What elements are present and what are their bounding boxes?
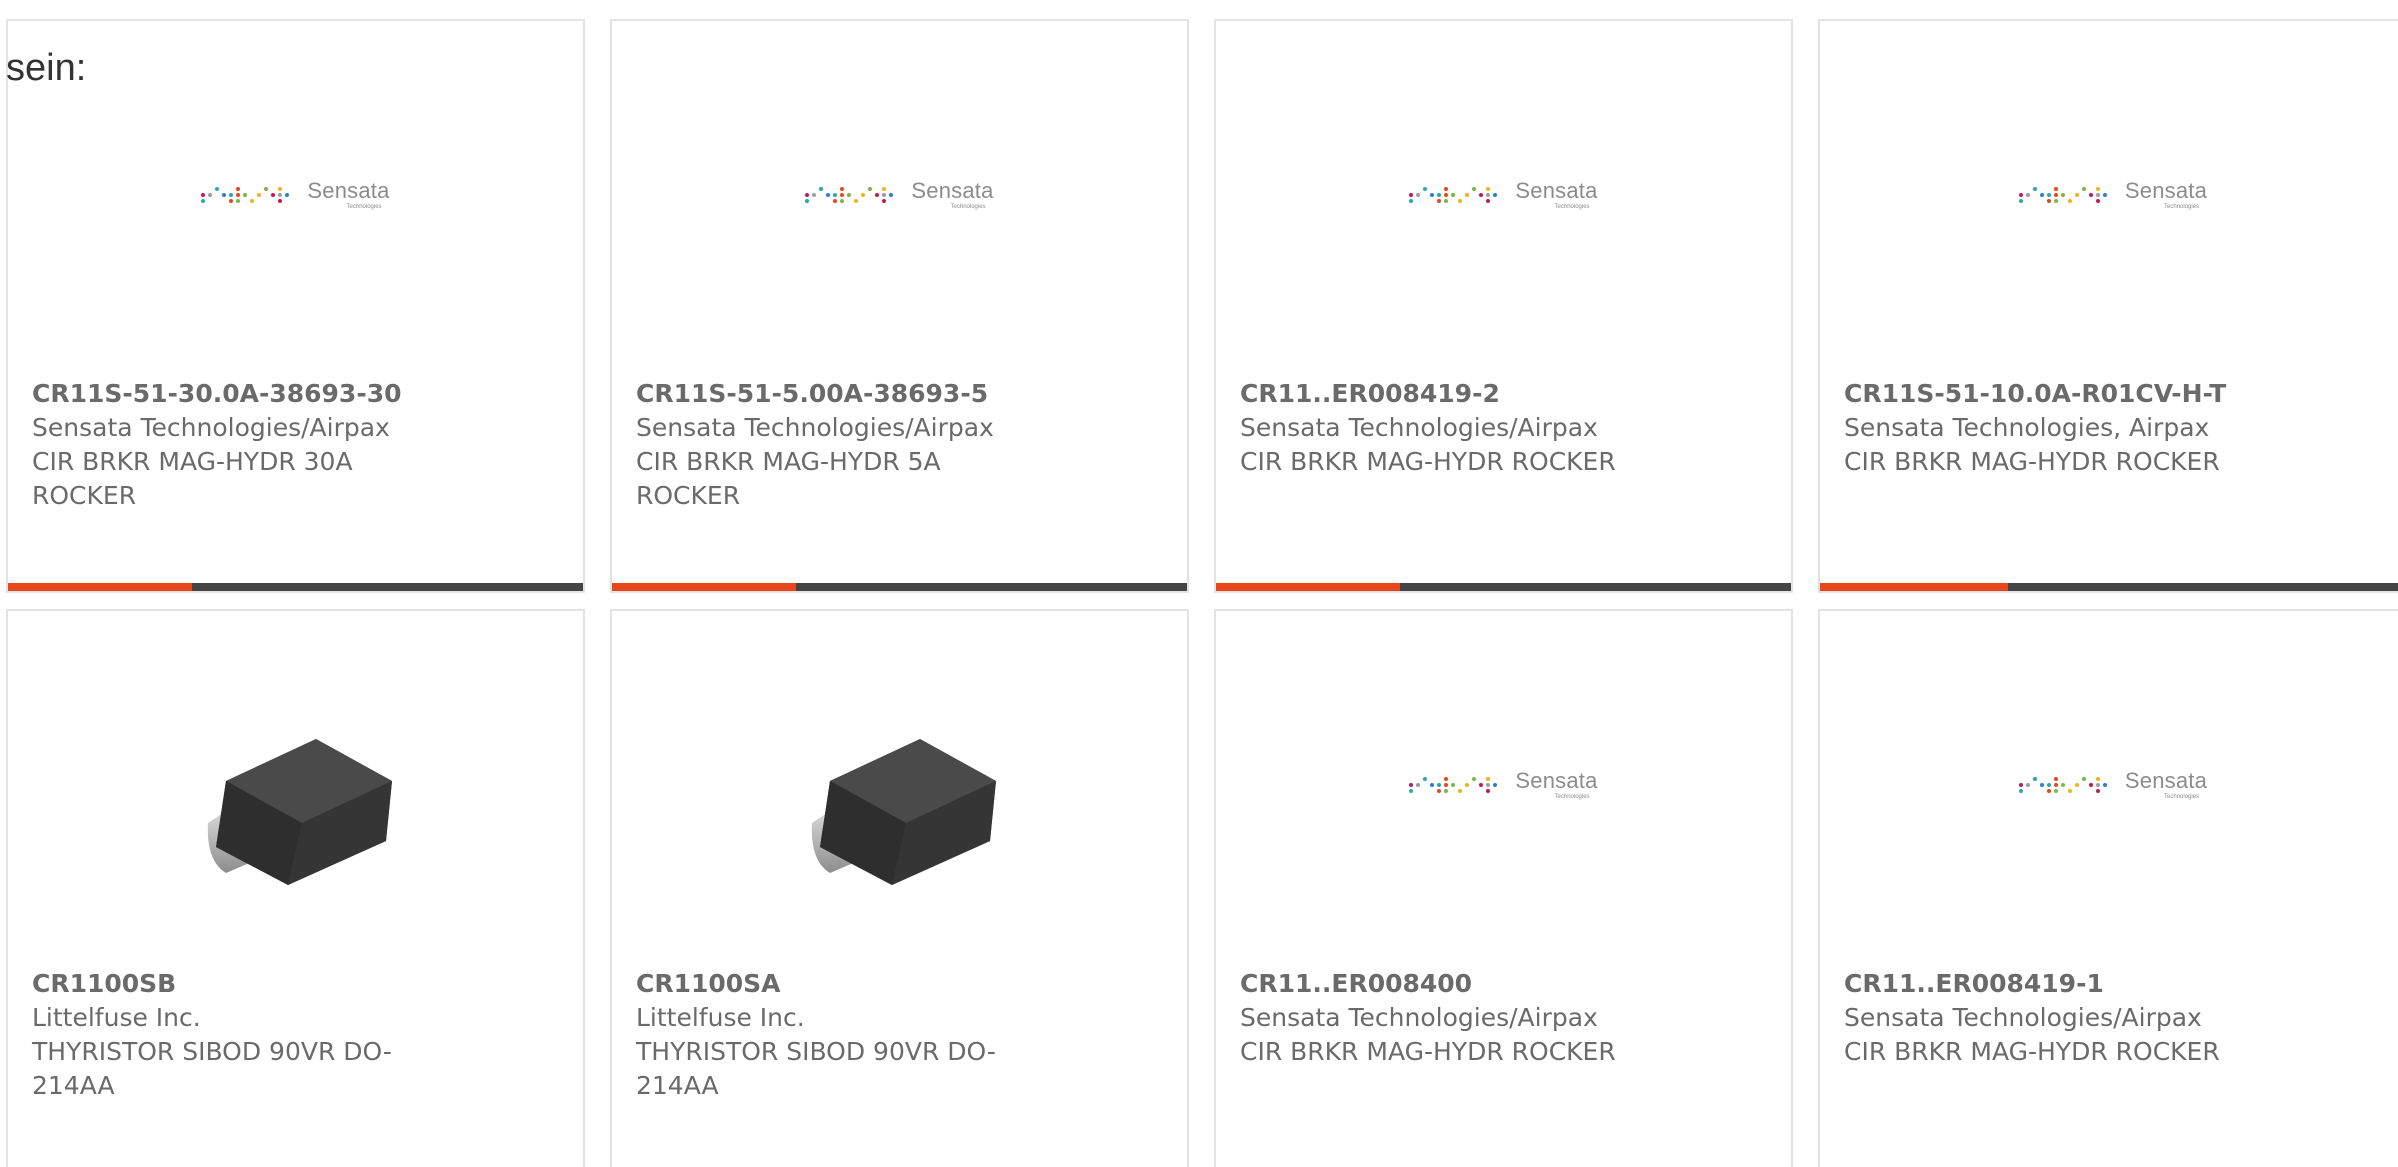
product-image: Sensata Technologies — [1820, 121, 2398, 317]
logo-dots-icon — [2018, 186, 2115, 204]
manufacturer-name: Sensata Technologies, Airpax — [1844, 413, 2210, 442]
product-description: THYRISTOR SIBOD 90VR DO-214AA — [636, 1037, 996, 1100]
product-info: CR1100SA Littelfuse Inc. THYRISTOR SIBOD… — [636, 967, 1036, 1103]
product-card[interactable]: Sensata Technologies CR11..ER008400 Sensa… — [1214, 609, 1793, 1167]
manufacturer-name: Sensata Technologies/Airpax — [636, 413, 994, 442]
product-card[interactable]: Sensata Technologies CR11S-51-5.00A-38693… — [610, 19, 1189, 593]
product-image — [8, 711, 583, 907]
product-card[interactable]: Sensata Technologies CR11..ER008419-2 Sen… — [1214, 19, 1793, 593]
product-card[interactable]: CR1100SA Littelfuse Inc. THYRISTOR SIBOD… — [610, 609, 1189, 1167]
product-info: CR11S-51-10.0A-R01CV-H-T Sensata Technol… — [1844, 377, 2244, 479]
logo-dots-icon — [1409, 186, 1505, 204]
sensata-logo: Sensata Technologies — [1409, 770, 1597, 800]
part-number-link[interactable]: CR11S-51-5.00A-38693-5 — [636, 377, 1036, 411]
manufacturer-name: Sensata Technologies/Airpax — [32, 413, 390, 442]
progress-fill — [8, 583, 192, 591]
section-heading: sein: — [6, 47, 87, 89]
progress-bar — [1216, 583, 1791, 591]
logo-dots-icon — [1409, 776, 1505, 794]
product-info: CR11..ER008419-1 Sensata Technologies/Ai… — [1844, 967, 2244, 1069]
product-description: CIR BRKR MAG-HYDR 5A ROCKER — [636, 447, 941, 510]
product-image: Sensata Technologies — [8, 121, 583, 317]
manufacturer-name: Littelfuse Inc. — [32, 1003, 201, 1032]
product-description: CIR BRKR MAG-HYDR ROCKER — [1844, 447, 2220, 476]
logo-dots-icon — [2018, 776, 2115, 794]
manufacturer-name: Sensata Technologies/Airpax — [1240, 413, 1598, 442]
progress-bar — [1820, 583, 2398, 591]
sensata-logo: Sensata Technologies — [2018, 770, 2207, 800]
product-results-page: sein: Sensata Technologies CR11S-51-30.0A… — [0, 0, 2398, 1167]
part-number-link[interactable]: CR1100SA — [636, 967, 1036, 1001]
product-image: Sensata Technologies — [1216, 711, 1791, 907]
sensata-logo: Sensata Technologies — [1409, 180, 1597, 210]
do214aa-package-icon — [811, 739, 996, 885]
sensata-logo: Sensata Technologies — [201, 180, 389, 210]
progress-fill — [1820, 583, 2008, 591]
part-number-link[interactable]: CR1100SB — [32, 967, 432, 1001]
product-info: CR11..ER008400 Sensata Technologies/Airp… — [1240, 967, 1640, 1069]
product-info: CR11S-51-5.00A-38693-5 Sensata Technolog… — [636, 377, 1036, 513]
manufacturer-name: Sensata Technologies/Airpax — [1240, 1003, 1598, 1032]
logo-dots-icon — [805, 186, 901, 204]
do214aa-package-icon — [207, 739, 392, 885]
product-image: Sensata Technologies — [1216, 121, 1791, 317]
part-number-link[interactable]: CR11..ER008419-2 — [1240, 377, 1640, 411]
part-number-link[interactable]: CR11S-51-30.0A-38693-30 — [32, 377, 432, 411]
manufacturer-name: Littelfuse Inc. — [636, 1003, 805, 1032]
product-card[interactable]: Sensata Technologies CR11S-51-30.0A-38693… — [6, 19, 585, 593]
sensata-logo: Sensata Technologies — [805, 180, 993, 210]
product-description: CIR BRKR MAG-HYDR 30A ROCKER — [32, 447, 353, 510]
product-card[interactable]: CR1100SB Littelfuse Inc. THYRISTOR SIBOD… — [6, 609, 585, 1167]
manufacturer-name: Sensata Technologies/Airpax — [1844, 1003, 2202, 1032]
product-info: CR1100SB Littelfuse Inc. THYRISTOR SIBOD… — [32, 967, 432, 1103]
product-card[interactable]: Sensata Technologies CR11..ER008419-1 Sen… — [1818, 609, 2398, 1167]
logo-dots-icon — [201, 186, 297, 204]
product-card[interactable]: Sensata Technologies CR11S-51-10.0A-R01CV… — [1818, 19, 2398, 593]
product-image: Sensata Technologies — [612, 121, 1187, 317]
progress-bar — [8, 583, 583, 591]
progress-fill — [1216, 583, 1400, 591]
product-description: CIR BRKR MAG-HYDR ROCKER — [1240, 1037, 1616, 1066]
product-image — [612, 711, 1187, 907]
sensata-logo: Sensata Technologies — [2018, 180, 2207, 210]
product-info: CR11S-51-30.0A-38693-30 Sensata Technolo… — [32, 377, 432, 513]
product-description: THYRISTOR SIBOD 90VR DO-214AA — [32, 1037, 392, 1100]
product-description: CIR BRKR MAG-HYDR ROCKER — [1844, 1037, 2220, 1066]
progress-fill — [612, 583, 796, 591]
part-number-link[interactable]: CR11..ER008419-1 — [1844, 967, 2244, 1001]
part-number-link[interactable]: CR11..ER008400 — [1240, 967, 1640, 1001]
product-info: CR11..ER008419-2 Sensata Technologies/Ai… — [1240, 377, 1640, 479]
product-grid: Sensata Technologies CR11S-51-30.0A-38693… — [0, 0, 2398, 1167]
product-image: Sensata Technologies — [1820, 711, 2398, 907]
progress-bar — [612, 583, 1187, 591]
part-number-link[interactable]: CR11S-51-10.0A-R01CV-H-T — [1844, 377, 2244, 411]
product-description: CIR BRKR MAG-HYDR ROCKER — [1240, 447, 1616, 476]
